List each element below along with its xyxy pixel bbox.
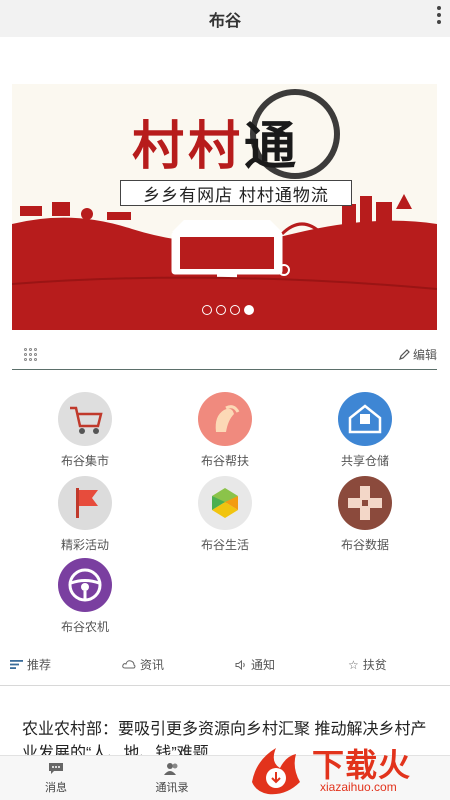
tab-news[interactable]: 资讯 (122, 656, 164, 673)
tab-poverty[interactable]: ☆ 扶贫 (348, 656, 387, 673)
tab-label: 资讯 (140, 658, 165, 672)
list-icon (10, 660, 23, 669)
nav-label: 通讯录 (155, 782, 189, 794)
tab-label: 扶贫 (362, 658, 387, 672)
func-events[interactable]: 精彩活动 (25, 476, 145, 553)
func-data[interactable]: 布谷数据 (305, 476, 425, 553)
func-label: 布谷农机 (60, 620, 109, 634)
watermark-logo: 下载火 xiazaihuo.com (246, 740, 446, 800)
func-label: 布谷数据 (340, 538, 389, 552)
news-tabs: 推荐 资讯 通知 ☆ 扶贫 (0, 652, 450, 686)
life-logo-icon (198, 476, 252, 530)
data-logo-icon (338, 476, 392, 530)
func-help[interactable]: 布谷帮扶 (165, 392, 285, 469)
func-label: 精彩活动 (60, 538, 109, 552)
watermark-url: xiazaihuo.com (320, 780, 397, 794)
func-label: 布谷集市 (60, 454, 109, 468)
grid-icon[interactable] (24, 348, 37, 361)
message-icon (48, 762, 64, 775)
download-fire-icon (252, 748, 300, 795)
nav-contacts[interactable]: 通讯录 (142, 762, 202, 795)
nav-messages[interactable]: 消息 (26, 762, 86, 795)
carousel-dot[interactable] (230, 305, 240, 315)
speaker-icon (235, 659, 245, 670)
func-label: 布谷生活 (200, 538, 249, 552)
tab-recommend[interactable]: 推荐 (10, 656, 51, 673)
func-life[interactable]: 布谷生活 (165, 476, 285, 553)
cloud-icon (122, 660, 136, 669)
banner-brand: 村村通 (132, 116, 301, 177)
func-warehouse[interactable]: 共享仓储 (305, 392, 425, 469)
steering-wheel-icon (58, 558, 112, 612)
func-label: 共享仓储 (340, 454, 389, 468)
carousel-dot-active[interactable] (244, 305, 254, 315)
tab-label: 通知 (251, 658, 276, 672)
shopping-cart-icon (58, 392, 112, 446)
edit-button[interactable]: 编辑 (399, 346, 437, 363)
star-icon: ☆ (348, 657, 359, 672)
tab-label: 推荐 (27, 658, 52, 672)
warehouse-icon (338, 392, 392, 446)
edit-row: 编辑 (12, 340, 437, 370)
banner-slogan: 乡乡有网店 村村通物流 (120, 180, 352, 206)
carousel-indicators (202, 305, 254, 315)
nav-label: 消息 (45, 782, 67, 794)
banner-carousel[interactable]: 村村通 乡乡有网店 村村通物流 (12, 84, 437, 330)
carousel-dot[interactable] (202, 305, 212, 315)
contacts-icon (164, 762, 180, 775)
flag-icon (58, 476, 112, 530)
pencil-icon (399, 349, 410, 360)
more-options-icon[interactable] (434, 4, 444, 26)
helping-hand-icon (198, 392, 252, 446)
edit-label: 编辑 (412, 348, 437, 362)
tab-notice[interactable]: 通知 (235, 656, 275, 673)
func-label: 布谷帮扶 (200, 454, 249, 468)
title-bar: 布谷 (0, 0, 450, 37)
carousel-dot[interactable] (216, 305, 226, 315)
page-title: 布谷 (208, 12, 241, 30)
func-machinery[interactable]: 布谷农机 (25, 558, 145, 635)
func-market[interactable]: 布谷集市 (25, 392, 145, 469)
